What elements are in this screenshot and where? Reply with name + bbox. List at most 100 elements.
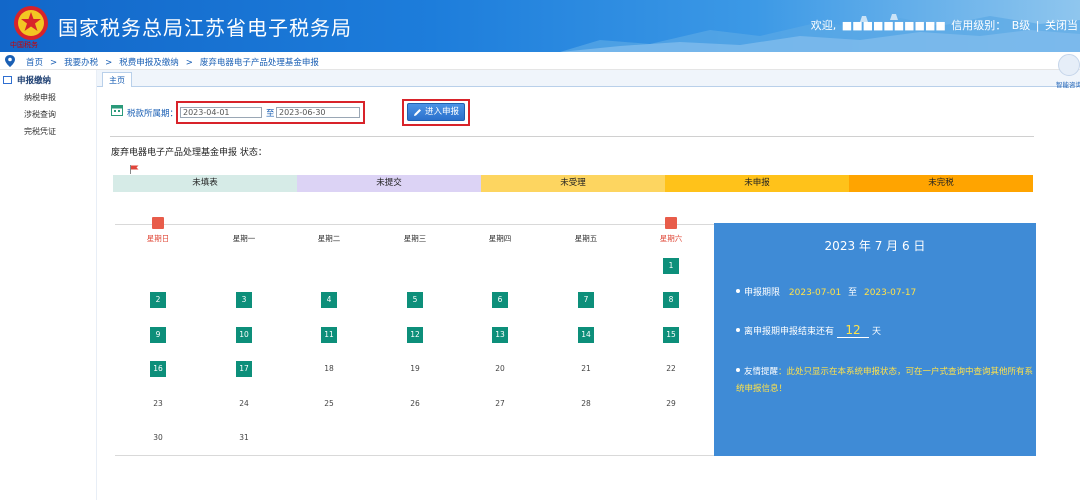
- filing-day: 10: [236, 327, 252, 343]
- menu-grid-icon: [3, 76, 12, 84]
- breadcrumb-separator: >: [105, 58, 113, 68]
- calendar-day: 21: [581, 364, 591, 373]
- bullet-icon: [736, 368, 740, 372]
- calendar-day: 20: [495, 364, 505, 373]
- header: 中国税务 国家税务总局江苏省电子税务局 欢迎, ■■■■■■■■■■ 信用级别：…: [0, 0, 1080, 52]
- sidebar-item-tax-query[interactable]: 涉税查询: [24, 109, 56, 120]
- calendar-day: 27: [495, 399, 505, 408]
- calendar-day: 26: [410, 399, 420, 408]
- user-name-masked: ■■■■■■■■■■: [841, 19, 946, 32]
- status-bar: 未填表 未提交 未受理 未申报 未完税: [113, 175, 1033, 192]
- period-to-label: 至: [266, 109, 275, 119]
- remaining-suffix: 天: [872, 327, 882, 337]
- filing-day: 6: [492, 292, 508, 308]
- weekday-header: 星期日: [146, 234, 170, 243]
- calendar-day: 31: [239, 433, 249, 442]
- section-divider: [110, 136, 1034, 137]
- tab-bar: 主页: [97, 70, 1080, 87]
- calendar-bottom-border: [115, 455, 715, 456]
- weekday-header: 星期二: [317, 234, 341, 243]
- period-end-input[interactable]: [276, 107, 360, 118]
- location-pin-icon: [5, 55, 15, 67]
- filing-day: 16: [150, 361, 166, 377]
- weekday-header: 星期一: [232, 234, 256, 243]
- welcome-text: 欢迎,: [810, 19, 837, 32]
- filing-day: 2: [150, 292, 166, 308]
- calendar-day: 28: [581, 399, 591, 408]
- filing-day: 7: [578, 292, 594, 308]
- deadline-line: 申报期限 2023-07-01 至 2023-07-17: [736, 285, 916, 298]
- breadcrumb-separator: >: [50, 58, 58, 68]
- sidebar-item-tax-certificate[interactable]: 完税凭证: [24, 126, 56, 137]
- period-start-input[interactable]: [180, 107, 262, 118]
- smart-consult-label: 智能咨询: [1056, 81, 1080, 89]
- filing-day: 9: [150, 327, 166, 343]
- breadcrumb: 首页 > 我要办税 > 税费申报及缴纳 > 废弃电器电子产品处理基金申报: [0, 52, 1080, 70]
- status-segment: 未申报: [665, 175, 849, 192]
- tab-home[interactable]: 主页: [102, 72, 132, 87]
- calendar-day: 25: [324, 399, 334, 408]
- edit-pen-icon: [414, 109, 421, 116]
- breadcrumb-home[interactable]: 首页: [26, 58, 43, 68]
- calendar-top-border: [115, 224, 715, 225]
- calendar-day: 19: [410, 364, 420, 373]
- weekday-header: 星期六: [659, 234, 683, 243]
- tax-emblem-icon: [14, 6, 48, 40]
- deadline-to: 至: [848, 288, 858, 298]
- calendar-day: 23: [153, 399, 163, 408]
- breadcrumb-tax-filing[interactable]: 税费申报及缴纳: [119, 58, 179, 68]
- breadcrumb-tax-service[interactable]: 我要办税: [64, 58, 98, 68]
- reminder-label: 友情提醒: [744, 367, 779, 377]
- emblem-caption: 中国税务: [10, 41, 38, 49]
- reminder-block: 友情提醒：此处只显示在本系统申报状态，可在一户式查询中查询其他所有系统申报信息！: [736, 364, 1036, 398]
- reminder-text: ：此处只显示在本系统申报状态，可在一户式查询中查询其他所有系统申报信息！: [736, 367, 1034, 394]
- credit-label: 信用级别：: [951, 19, 1007, 32]
- deadline-end: 2023-07-17: [863, 288, 917, 298]
- filing-day: 11: [321, 327, 337, 343]
- calendar-day: 22: [666, 364, 676, 373]
- breadcrumb-current-page: 废弃电器电子产品处理基金申报: [199, 58, 319, 68]
- calendar-day: 18: [324, 364, 334, 373]
- calendar-day: 24: [239, 399, 249, 408]
- weekend-marker-icon: [665, 217, 677, 229]
- sidebar-section-filing[interactable]: 申报缴纳: [3, 74, 51, 86]
- status-segment: 未填表: [113, 175, 297, 192]
- status-segment: 未受理: [481, 175, 665, 192]
- weekday-header: 星期五: [574, 234, 598, 243]
- sidebar-item-tax-filing[interactable]: 纳税申报: [24, 92, 56, 103]
- enter-filing-label: 进入申报: [425, 107, 460, 117]
- bullet-icon: [736, 289, 740, 293]
- current-date: 2023 年 7 月 6 日: [824, 239, 926, 253]
- sidebar: 申报缴纳 纳税申报 涉税查询 完税凭证: [0, 70, 97, 500]
- weekend-marker-icon: [152, 217, 164, 229]
- filing-day: 15: [663, 327, 679, 343]
- info-panel: 2023 年 7 月 6 日: [714, 223, 1036, 456]
- filing-day: 13: [492, 327, 508, 343]
- filing-day: 12: [407, 327, 423, 343]
- header-divider: |: [1035, 19, 1040, 32]
- close-current-link[interactable]: 关闭当: [1045, 19, 1078, 32]
- calendar-day: 30: [153, 433, 163, 442]
- page: 中国税务 国家税务总局江苏省电子税务局 欢迎, ■■■■■■■■■■ 信用级别：…: [0, 0, 1080, 500]
- filing-day: 5: [407, 292, 423, 308]
- assistant-avatar-icon: [1058, 54, 1080, 76]
- filing-day: 8: [663, 292, 679, 308]
- filing-day: 17: [236, 361, 252, 377]
- flag-icon: [130, 165, 139, 174]
- header-user-info: 欢迎, ■■■■■■■■■■ 信用级别： B级 | 关闭当: [809, 17, 1078, 33]
- credit-value: B级: [1011, 19, 1031, 32]
- calendar-day: 29: [666, 399, 676, 408]
- deadline-label: 申报期限: [744, 288, 781, 298]
- filing-day: 4: [321, 292, 337, 308]
- filing-day: 14: [578, 327, 594, 343]
- smart-consult-widget[interactable]: 智能咨询: [1056, 52, 1080, 90]
- filing-day: 3: [236, 292, 252, 308]
- status-segment: 未提交: [297, 175, 481, 192]
- enter-filing-button[interactable]: 进入申报: [407, 103, 465, 121]
- tax-period-label: 税款所属期：: [127, 109, 179, 119]
- remaining-prefix: 离申报期申报结束还有: [744, 327, 835, 337]
- breadcrumb-separator: >: [185, 58, 193, 68]
- remaining-line: 离申报期申报结束还有 12 天: [736, 323, 881, 338]
- weekday-header: 星期四: [488, 234, 512, 243]
- calendar-icon: [111, 105, 123, 116]
